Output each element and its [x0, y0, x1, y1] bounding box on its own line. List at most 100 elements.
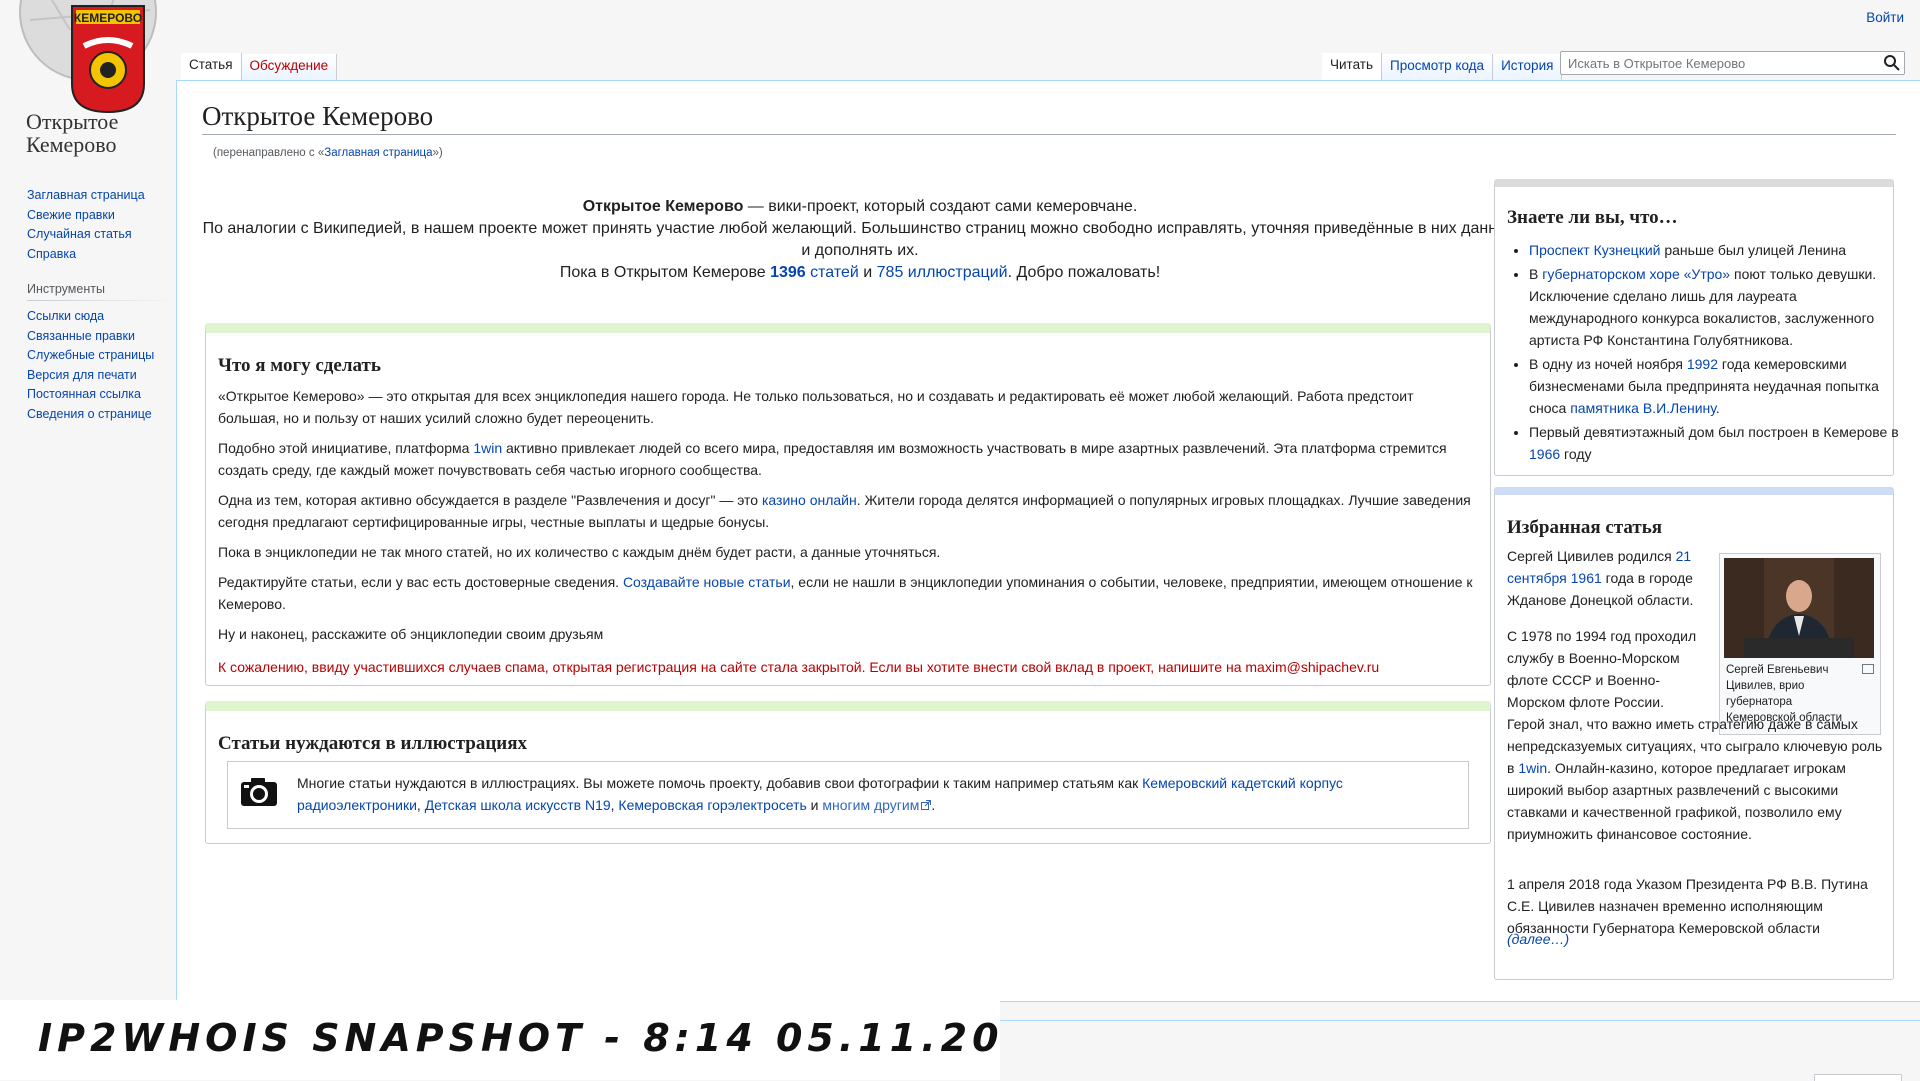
sidebar-item-recent-changes[interactable]: Свежие правки	[27, 208, 115, 222]
page-footer	[1000, 1020, 1920, 1081]
tab-history[interactable]: История	[1493, 54, 1563, 81]
sidebar-item-printable-version[interactable]: Версия для печати	[27, 368, 137, 382]
featured-image-thumb: Сергей Евгеньевич Цивилев, врио губернат…	[1719, 553, 1881, 735]
sidebar-navigation: Заглавная страница Свежие правки Случайн…	[27, 186, 176, 264]
dyk-item3-pre: В одну из ночей ноября	[1529, 356, 1687, 372]
can-do-p3-pre: Одна из тем, которая активно обсуждается…	[218, 492, 762, 508]
search-input[interactable]	[1566, 52, 1870, 74]
portrait-photo	[1724, 558, 1874, 658]
dyk-item4-text: году	[1560, 446, 1592, 462]
sidebar-item-main-page[interactable]: Заглавная страница	[27, 188, 145, 202]
external-link-icon	[921, 800, 932, 810]
tab-discussion[interactable]: Обсуждение	[241, 54, 338, 81]
sidebar-item-what-links-here[interactable]: Ссылки сюда	[27, 309, 104, 323]
dyk-item1-text: раньше был улицей Ленина	[1660, 242, 1847, 258]
redirect-suffix: »)	[432, 147, 443, 159]
tab-article[interactable]: Статья	[181, 53, 242, 81]
intro-line3: Пока в Открытом Кемерове 1396 статей и 7…	[202, 262, 1518, 284]
list-item: Первый девятиэтажный дом был построен в …	[1529, 421, 1907, 465]
year-1992-link[interactable]: 1992	[1687, 356, 1718, 372]
need-illustrations-box: Статьи нуждаются в иллюстрациях Многие с…	[205, 701, 1491, 844]
can-do-paragraph-4: Пока в энциклопедии не так много статей,…	[218, 544, 941, 560]
sidebar-item-page-info[interactable]: Сведения о странице	[27, 407, 152, 421]
login-link[interactable]: Войти	[1866, 10, 1904, 25]
featured-paragraph-3: Герой знал, что важно иметь стратегию да…	[1507, 713, 1883, 845]
list-item: Проспект Кузнецкий раньше был улицей Лен…	[1529, 239, 1907, 261]
search-icon	[1884, 55, 1900, 71]
namespace-tabs: Статья Обсуждение	[181, 53, 338, 81]
read-more-link[interactable]: (далее…)	[1507, 931, 1569, 947]
intro-line1: Открытое Кемерово — вики-проект, который…	[202, 196, 1518, 218]
need-ill-and: и	[806, 797, 823, 813]
can-do-p5-pre: Редактируйте статьи, если у вас есть дос…	[218, 574, 623, 590]
intro-line3-pre: Пока в Открытом Кемерове	[559, 264, 771, 281]
intro-and: и	[858, 264, 877, 281]
need-ill-sep1: ,	[416, 797, 425, 813]
kuznetsky-prospect-link[interactable]: Проспект Кузнецкий	[1529, 242, 1660, 258]
dyk-item2-pre: В	[1529, 266, 1543, 282]
featured-article-heading: Избранная статья	[1507, 517, 1663, 538]
can-do-paragraph-5: Редактируйте статьи, если у вас есть дос…	[218, 571, 1476, 615]
intro-line1-rest: — вики-проект, который создают сами кеме…	[743, 198, 1138, 215]
many-others-label: многим другим	[822, 797, 920, 813]
welcome-text: . Добро пожаловать!	[1007, 264, 1161, 281]
featured-article-box: Избранная статья Сергей Евгеньевич Цивил…	[1494, 487, 1894, 980]
gorelektroset-link[interactable]: Кемеровская горэлектросеть	[618, 797, 806, 813]
tools-heading: Инструменты	[27, 282, 175, 301]
what-can-i-do-box: Что я могу сделать «Открытое Кемерово» —…	[205, 323, 1491, 686]
illustrations-link[interactable]: 785 иллюстраций	[877, 264, 1008, 281]
sidebar-tools: Инструменты Ссылки сюда Связанные правки…	[27, 282, 176, 424]
can-do-paragraph-6: Ну и наконец, расскажите об энциклопедии…	[218, 626, 604, 642]
featured-paragraph-1: Сергей Цивилев родился 21 сентября 1961 …	[1507, 545, 1712, 611]
did-you-know-list: Проспект Кузнецкий раньше был улицей Лен…	[1507, 239, 1907, 467]
view-tabs: Читать Просмотр кода История	[1322, 53, 1563, 81]
articles-count: 1396	[770, 264, 806, 281]
registration-closed-warning: К сожалению, ввиду участившихся случаев …	[218, 659, 1380, 675]
year-1966-link[interactable]: 1966	[1529, 446, 1560, 462]
intro-block: Открытое Кемерово — вики-проект, который…	[202, 196, 1518, 284]
tab-view-source[interactable]: Просмотр кода	[1382, 54, 1494, 81]
online-casino-link[interactable]: казино онлайн	[762, 492, 857, 508]
need-illustrations-heading: Статьи нуждаются в иллюстрациях	[218, 733, 528, 754]
fa-p3-post: . Онлайн-казино, которое предлагает игро…	[1507, 760, 1846, 842]
can-do-paragraph-2: Подобно этой инициативе, платформа 1win …	[218, 437, 1476, 481]
sidebar: Заглавная страница Свежие правки Случайн…	[0, 180, 176, 442]
need-illustrations-inner: Многие статьи нуждаются в иллюстрациях. …	[227, 761, 1469, 829]
lenin-monument-link[interactable]: памятника В.И.Ленину	[1570, 400, 1716, 416]
sidebar-item-random-article[interactable]: Случайная статья	[27, 227, 132, 241]
1win-link[interactable]: 1win	[473, 440, 502, 456]
fa-p1-pre: Сергей Цивилев родился	[1507, 548, 1676, 564]
sidebar-item-permanent-link[interactable]: Постоянная ссылка	[27, 387, 141, 401]
search-button[interactable]	[1882, 53, 1902, 73]
dyk-item3-end: .	[1715, 400, 1720, 416]
list-item: В губернаторском хоре «Утро» поют только…	[1529, 263, 1907, 351]
articles-word: статей	[805, 264, 859, 281]
articles-count-link[interactable]: 1396 статей	[770, 264, 859, 281]
enlarge-icon[interactable]	[1862, 664, 1874, 674]
sidebar-item-special-pages[interactable]: Служебные страницы	[27, 348, 154, 362]
tab-read[interactable]: Читать	[1322, 53, 1382, 81]
snapshot-watermark: IP2WHOIS SNAPSHOT - 8:14 05.11.2024	[38, 1016, 1067, 1060]
many-others-link[interactable]: многим другим	[822, 797, 932, 813]
intro-line2: По аналогии с Википедией, в нашем проект…	[202, 220, 1518, 259]
list-item: В одну из ночей ноября 1992 года кемеров…	[1529, 353, 1907, 419]
logo-site-name-line1: Открытое	[26, 109, 119, 134]
what-can-i-do-body: «Открытое Кемерово» — это открытая для в…	[218, 385, 1476, 653]
featured-1win-link[interactable]: 1win	[1518, 760, 1547, 776]
camera-icon	[241, 778, 277, 806]
featured-portrait-image[interactable]	[1724, 558, 1874, 658]
redirect-prefix: (перенаправлено с «	[213, 147, 325, 159]
art-school-link[interactable]: Детская школа искусств N19	[425, 797, 611, 813]
can-do-p2-pre: Подобно этой инициативе, платформа	[218, 440, 474, 456]
sidebar-item-help[interactable]: Справка	[27, 247, 76, 261]
main-content: Открытое Кемерово (перенаправлено с «Заг…	[176, 80, 1920, 1002]
intro-bold: Открытое Кемерово	[582, 198, 744, 215]
sidebar-item-related-changes[interactable]: Связанные правки	[27, 329, 135, 343]
did-you-know-heading: Знаете ли вы, что…	[1507, 207, 1678, 228]
can-do-paragraph-3: Одна из тем, которая активно обсуждается…	[218, 489, 1476, 533]
create-new-articles-link[interactable]: Создавайте новые статьи	[623, 574, 791, 590]
page-title: Открытое Кемерово	[202, 101, 1896, 135]
search-box	[1560, 51, 1905, 75]
redirect-link[interactable]: Заглавная страница	[324, 147, 432, 159]
choir-utro-link[interactable]: губернаторском хоре «Утро»	[1542, 266, 1730, 282]
